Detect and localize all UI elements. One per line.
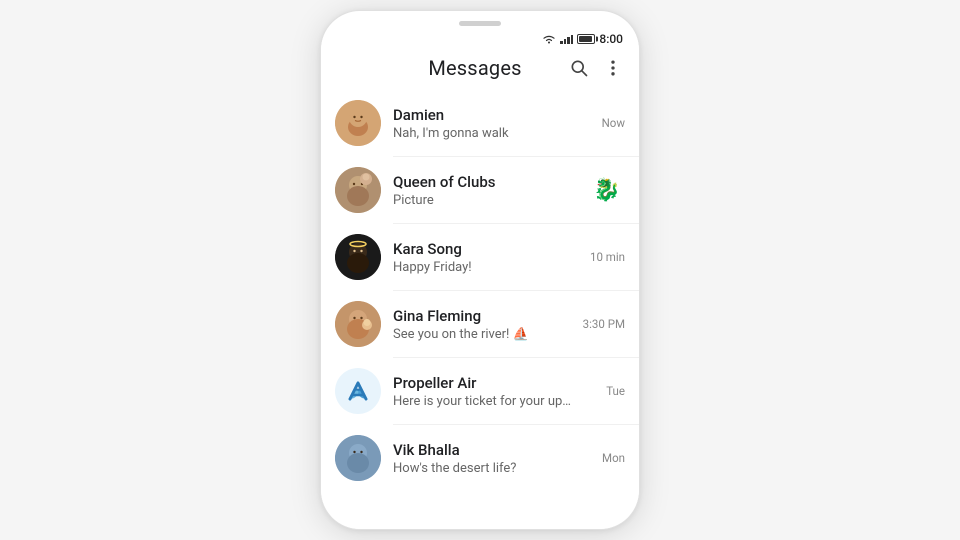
avatar-gina	[335, 301, 381, 347]
avatar-damien-face	[335, 100, 381, 146]
conv-right-queen: 🐉	[589, 172, 625, 208]
app-bar-actions	[567, 56, 625, 80]
conv-preview-vik: How's the desert life?	[393, 461, 577, 476]
conv-info-propeller: Propeller Air Here is your ticket for yo…	[393, 374, 577, 409]
conv-time-vik: Mon	[602, 451, 625, 465]
conv-info-damien: Damien Nah, I'm gonna walk	[393, 106, 577, 141]
avatar-kara-face	[335, 234, 381, 280]
conv-name-gina: Gina Fleming	[393, 307, 571, 325]
phone-notch	[321, 11, 639, 28]
conversation-item-gina[interactable]: Gina Fleming See you on the river! ⛵ 3:3…	[321, 291, 639, 357]
avatar-queen-face	[335, 167, 381, 213]
propeller-logo	[340, 373, 376, 409]
avatar-vik-face	[335, 435, 381, 481]
avatar-propeller	[335, 368, 381, 414]
conv-right-damien: Now	[589, 116, 625, 130]
conv-time-propeller: Tue	[606, 384, 625, 398]
conversation-item-propeller[interactable]: Propeller Air Here is your ticket for yo…	[321, 358, 639, 424]
avatar-gina-face	[335, 301, 381, 347]
battery-icon	[577, 34, 595, 44]
conversation-item-vik[interactable]: Vik Bhalla How's the desert life? Mon	[321, 425, 639, 491]
signal-icon	[560, 34, 573, 44]
conversation-list: Damien Nah, I'm gonna walk Now	[321, 90, 639, 529]
search-icon	[569, 58, 589, 78]
conv-name-vik: Vik Bhalla	[393, 441, 577, 459]
status-time: 8:00	[599, 32, 623, 46]
avatar-damien	[335, 100, 381, 146]
conv-name-kara: Kara Song	[393, 240, 577, 258]
app-title: Messages	[428, 56, 521, 80]
conv-info-gina: Gina Fleming See you on the river! ⛵	[393, 307, 571, 342]
search-button[interactable]	[567, 56, 591, 80]
conv-right-propeller: Tue	[589, 384, 625, 398]
conv-name-queen: Queen of Clubs	[393, 173, 577, 191]
conv-preview-queen: Picture	[393, 193, 577, 208]
app-bar: Messages	[321, 48, 639, 90]
conversation-item-queen[interactable]: Queen of Clubs Picture 🐉	[321, 157, 639, 223]
wifi-icon	[542, 34, 556, 44]
conv-info-queen: Queen of Clubs Picture	[393, 173, 577, 208]
conv-time-gina: 3:30 PM	[583, 317, 625, 331]
avatar-vik	[335, 435, 381, 481]
conv-name-damien: Damien	[393, 106, 577, 124]
conv-right-gina: 3:30 PM	[583, 317, 625, 331]
phone-mockup: 8:00 Messages	[320, 10, 640, 530]
phone-screen: 8:00 Messages	[321, 28, 639, 529]
avatar-queen	[335, 167, 381, 213]
conv-right-vik: Mon	[589, 451, 625, 465]
conv-name-propeller: Propeller Air	[393, 374, 577, 392]
more-options-button[interactable]	[601, 56, 625, 80]
conv-info-vik: Vik Bhalla How's the desert life?	[393, 441, 577, 476]
conv-preview-propeller: Here is your ticket for your upcoming...	[393, 394, 577, 409]
conv-preview-damien: Nah, I'm gonna walk	[393, 126, 577, 141]
avatar-kara	[335, 234, 381, 280]
conversation-item-kara[interactable]: Kara Song Happy Friday! 10 min	[321, 224, 639, 290]
conv-time-kara: 10 min	[590, 250, 625, 264]
status-bar: 8:00	[321, 28, 639, 48]
conv-preview-gina: See you on the river! ⛵	[393, 327, 571, 342]
conv-right-kara: 10 min	[589, 250, 625, 264]
phone-speaker	[459, 21, 501, 26]
more-vert-icon	[603, 58, 623, 78]
conversation-item-damien[interactable]: Damien Nah, I'm gonna walk Now	[321, 90, 639, 156]
conv-preview-kara: Happy Friday!	[393, 260, 577, 275]
status-icons: 8:00	[542, 32, 623, 46]
conv-time-damien: Now	[602, 116, 625, 130]
conv-thumb-queen: 🐉	[589, 172, 625, 208]
conv-info-kara: Kara Song Happy Friday!	[393, 240, 577, 275]
